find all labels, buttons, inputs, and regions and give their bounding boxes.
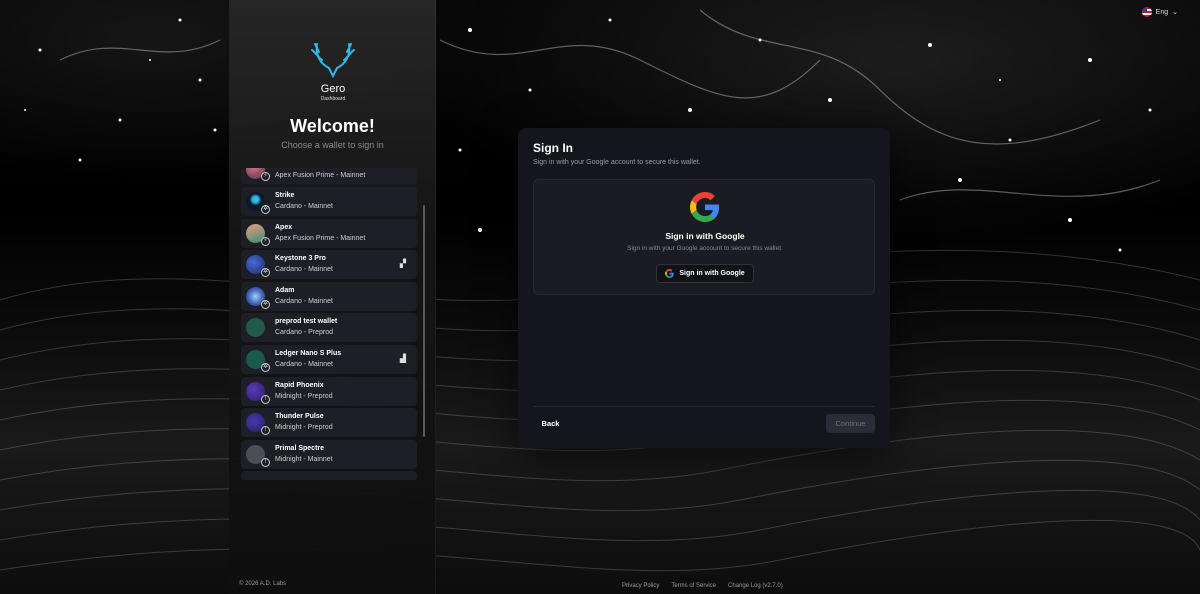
privacy-policy-link[interactable]: Privacy Policy bbox=[622, 583, 659, 589]
wallet-name: Strike bbox=[275, 192, 295, 199]
copyright: © 2026 A.D. Labs bbox=[239, 581, 287, 587]
ledger-icon: ▟ bbox=[399, 353, 407, 363]
wallet-list-scrollbar[interactable] bbox=[423, 205, 425, 437]
wallet-network: Cardano - Mainnet bbox=[275, 266, 333, 274]
wallet-name: Ledger Nano S Plus bbox=[275, 349, 342, 357]
google-signin-button-label: Sign in with Google bbox=[679, 270, 745, 277]
wallet-network: Apex Fusion Prime - Mainnet bbox=[275, 172, 366, 179]
midnight-icon: ! bbox=[261, 426, 270, 436]
chevron-down-icon: ⌄ bbox=[1172, 9, 1178, 16]
wallet-name: Thunder Pulse bbox=[275, 413, 324, 421]
midnight-icon: ! bbox=[261, 394, 270, 404]
wallet-name: preprod test wallet bbox=[275, 318, 338, 326]
continue-button[interactable]: Continue bbox=[826, 414, 875, 433]
wallet-network: Cardano - Mainnet bbox=[275, 203, 333, 210]
wallet-item[interactable]: ⚡ Apex Apex Fusion Prime - Mainnet bbox=[241, 218, 417, 248]
apex-icon: ⚡ bbox=[261, 172, 270, 181]
apex-icon: ⚡ bbox=[261, 236, 270, 246]
brand-name: Gero bbox=[321, 83, 345, 95]
card-divider bbox=[533, 406, 875, 407]
signin-card: Sign In Sign in with your Google account… bbox=[518, 128, 890, 448]
cardano-icon: ✲ bbox=[261, 205, 270, 214]
welcome-heading: Welcome! bbox=[290, 116, 375, 136]
google-g-icon bbox=[665, 269, 675, 278]
flag-icon bbox=[1141, 7, 1152, 17]
midnight-icon: ! bbox=[261, 457, 270, 467]
sidebar: Gero Dashboard Welcome! Choose a wallet … bbox=[229, 0, 436, 594]
wallet-item[interactable]: ! Thunder Pulse Midnight - Preprod bbox=[241, 408, 417, 438]
footer-links: Privacy Policy Terms of Service Change L… bbox=[622, 583, 783, 589]
terms-of-service-link[interactable]: Terms of Service bbox=[671, 583, 716, 589]
signin-title: Sign In bbox=[533, 141, 573, 155]
signin-subtitle: Sign in with your Google account to secu… bbox=[533, 159, 701, 166]
wallet-item[interactable]: ! Rapid Phoenix Midnight - Preprod bbox=[241, 376, 417, 406]
cardano-icon: ✲ bbox=[261, 362, 270, 372]
google-signin-panel: Sign in with Google Sign in with your Go… bbox=[533, 179, 875, 295]
wallet-name: Keystone 3 Pro bbox=[275, 255, 326, 263]
back-button[interactable]: Back bbox=[533, 415, 568, 433]
wallet-name: Primal Spectre bbox=[275, 444, 325, 452]
google-panel-title: Sign in with Google bbox=[665, 231, 745, 241]
wallet-network: Cardano - Mainnet bbox=[275, 360, 333, 368]
wallet-network: Midnight - Preprod bbox=[275, 392, 333, 400]
wallet-item[interactable]: ✲ Strike Cardano - Mainnet bbox=[241, 187, 417, 216]
wallet-network: Midnight - Preprod bbox=[275, 424, 333, 432]
google-panel-subtitle: Sign in with your Google account to secu… bbox=[627, 245, 783, 252]
cardano-icon: ✲ bbox=[261, 299, 270, 309]
wallet-item[interactable]: ⚡ Apex Fusion Prime - Mainnet bbox=[241, 168, 417, 184]
wallet-network: Midnight - Mainnet bbox=[275, 455, 333, 463]
google-signin-button[interactable]: Sign in with Google bbox=[656, 264, 754, 283]
wallet-item[interactable]: preprod test wallet Cardano - Preprod bbox=[241, 313, 417, 343]
wallet-item[interactable]: ✲ Keystone 3 Pro Cardano - Mainnet ▞ bbox=[241, 250, 417, 280]
brand-tagline: Dashboard bbox=[321, 96, 346, 102]
wallet-list[interactable]: ⚡ Apex Fusion Prime - Mainnet ✲ Strike C… bbox=[241, 168, 419, 480]
wallet-item[interactable]: ✲ Adam Cardano - Mainnet bbox=[241, 281, 417, 311]
wallet-network: Cardano - Mainnet bbox=[275, 297, 333, 305]
wallet-avatar bbox=[246, 318, 265, 338]
gero-logo: Gero Dashboard bbox=[311, 43, 355, 102]
language-selector[interactable]: Eng ⌄ bbox=[1141, 7, 1178, 17]
wallet-name: Rapid Phoenix bbox=[275, 381, 324, 389]
wallet-network: Cardano - Preprod bbox=[275, 329, 333, 337]
cardano-icon: ✲ bbox=[261, 268, 270, 278]
wallet-name: Adam bbox=[275, 286, 295, 294]
wallet-item[interactable]: ✲ Ledger Nano S Plus Cardano - Mainnet ▟ bbox=[241, 344, 417, 374]
wallet-name: Apex bbox=[275, 223, 293, 231]
wallet-item[interactable]: ! Primal Spectre Midnight - Mainnet bbox=[241, 439, 417, 469]
google-logo-icon bbox=[690, 192, 720, 222]
changelog-link[interactable]: Change Log (v2.7.0) bbox=[728, 583, 783, 589]
language-label: Eng bbox=[1155, 8, 1169, 16]
keystone-icon: ▞ bbox=[399, 259, 407, 269]
wallet-network: Apex Fusion Prime - Mainnet bbox=[275, 234, 366, 242]
welcome-subtitle: Choose a wallet to sign in bbox=[281, 140, 384, 150]
wallet-item[interactable] bbox=[241, 471, 417, 480]
